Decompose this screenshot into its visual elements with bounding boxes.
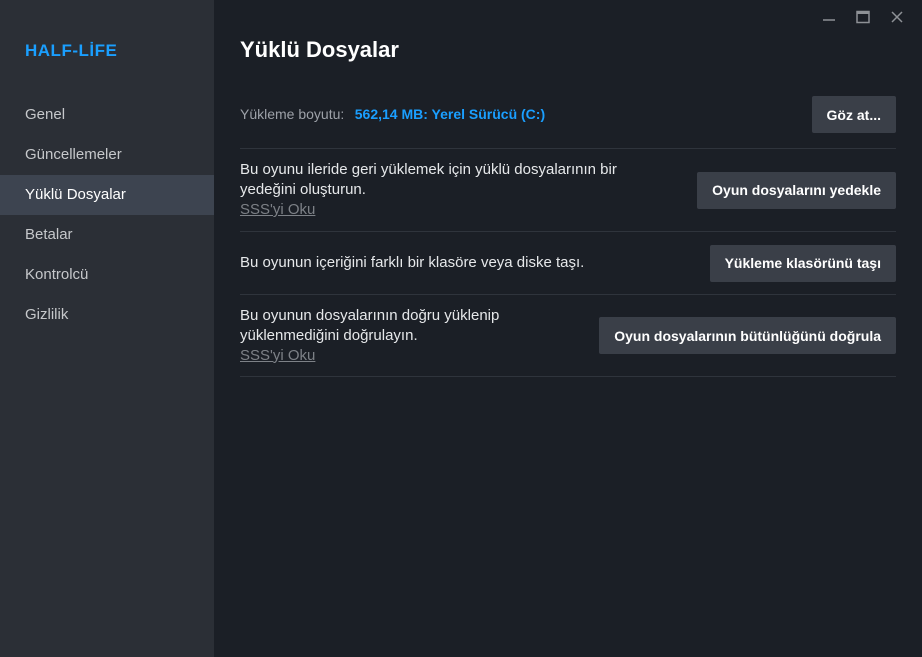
main-panel: Yüklü Dosyalar Yükleme boyutu: 562,14 MB… (214, 0, 922, 657)
install-size-value: 562,14 MB: Yerel Sürücü (C:) (354, 105, 546, 122)
backup-text-line1: Bu oyunu ileride geri yüklemek için yükl… (240, 161, 617, 178)
install-size-row: Yükleme boyutu: 562,14 MB: Yerel Sürücü … (240, 63, 896, 149)
properties-window: HALF-LİFE Genel Güncellemeler Yüklü Dosy… (0, 0, 922, 657)
close-icon (891, 11, 903, 23)
backup-text-line2: yedeğini oluşturun. (240, 181, 366, 198)
sidebar-item-privacy[interactable]: Gizlilik (0, 295, 214, 335)
sidebar: HALF-LİFE Genel Güncellemeler Yüklü Dosy… (0, 0, 214, 657)
window-controls (812, 6, 914, 28)
move-text: Bu oyunun içeriğini farklı bir klasöre v… (240, 254, 585, 271)
verify-text-line2: yüklenmediğini doğrulayın. (240, 326, 418, 344)
move-row: Bu oyunun içeriğini farklı bir klasöre v… (240, 232, 896, 295)
install-size-label: Yükleme boyutu: (240, 105, 345, 122)
verify-row: Bu oyunun dosyalarının doğru yüklenip yü… (240, 295, 896, 377)
sidebar-item-controller[interactable]: Kontrolcü (0, 255, 214, 295)
browse-button[interactable]: Göz at... (811, 96, 896, 133)
minimize-icon (823, 19, 835, 21)
backup-row: Bu oyunu ileride geri yüklemek için yükl… (240, 149, 896, 232)
verify-description: Bu oyunun dosyalarının doğru yüklenip yü… (240, 306, 499, 366)
page-title: Yüklü Dosyalar (240, 37, 399, 62)
backup-faq-link[interactable]: SSS'yi Oku (240, 200, 617, 220)
backup-files-button[interactable]: Oyun dosyalarını yedekle (697, 171, 896, 209)
move-install-folder-button[interactable]: Yükleme klasörünü taşı (709, 244, 896, 282)
install-size-info: Yükleme boyutu: 562,14 MB: Yerel Sürücü … (240, 106, 545, 124)
minimize-button[interactable] (812, 6, 846, 28)
maximize-button[interactable] (846, 6, 880, 28)
verify-integrity-button[interactable]: Oyun dosyalarının bütünlüğünü doğrula (599, 317, 896, 354)
close-button[interactable] (880, 6, 914, 28)
verify-faq-link[interactable]: SSS'yi Oku (240, 346, 499, 366)
sidebar-item-betas[interactable]: Betalar (0, 215, 214, 255)
backup-description: Bu oyunu ileride geri yüklemek için yükl… (240, 160, 617, 220)
verify-text-line1: Bu oyunun dosyalarının doğru yüklenip (240, 306, 500, 324)
maximize-icon (856, 10, 870, 24)
sidebar-item-updates[interactable]: Güncellemeler (0, 135, 214, 175)
game-title: HALF-LİFE (25, 41, 118, 60)
sidebar-item-general[interactable]: Genel (0, 95, 214, 135)
sidebar-item-installed-files[interactable]: Yüklü Dosyalar (0, 175, 214, 215)
